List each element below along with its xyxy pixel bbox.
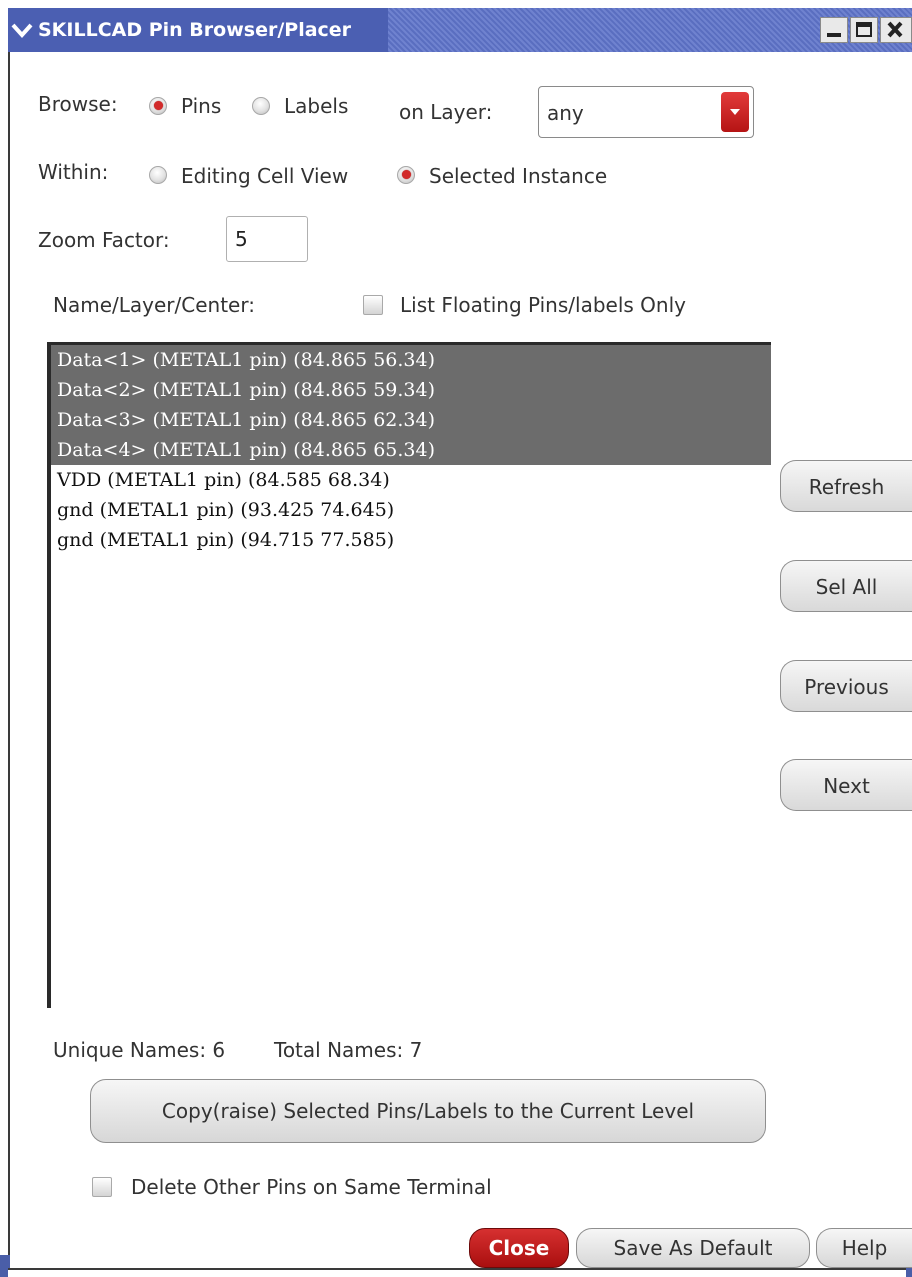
delete-other-pins-checkbox[interactable] bbox=[92, 1177, 112, 1197]
layer-select-value: any bbox=[547, 101, 584, 125]
window-left-border bbox=[0, 52, 10, 1277]
browse-labels-radio[interactable] bbox=[252, 97, 270, 115]
list-item[interactable]: Data<1> (METAL1 pin) (84.865 56.34) bbox=[51, 345, 771, 375]
within-selected-instance-radio[interactable] bbox=[397, 166, 415, 184]
list-header-label: Name/Layer/Center: bbox=[53, 293, 255, 317]
window-title: SKILLCAD Pin Browser/Placer bbox=[38, 19, 352, 41]
close-window-button[interactable] bbox=[880, 17, 912, 43]
previous-button[interactable]: Previous bbox=[780, 660, 912, 712]
list-item[interactable]: Data<2> (METAL1 pin) (84.865 59.34) bbox=[51, 375, 771, 405]
within-editing-cell-view-radio[interactable] bbox=[149, 166, 167, 184]
pin-browser-window: SKILLCAD Pin Browser/Placer Browse: Pins… bbox=[0, 0, 912, 1277]
close-icon bbox=[887, 21, 903, 38]
browse-label: Browse: bbox=[38, 92, 118, 116]
browse-labels-label[interactable]: Labels bbox=[284, 94, 348, 118]
list-item[interactable]: VDD (METAL1 pin) (84.585 68.34) bbox=[51, 465, 771, 495]
within-editing-cell-view-label[interactable]: Editing Cell View bbox=[181, 164, 348, 188]
sel-all-button[interactable]: Sel All bbox=[780, 560, 912, 612]
layer-select[interactable]: any bbox=[538, 86, 754, 138]
delete-other-pins-label[interactable]: Delete Other Pins on Same Terminal bbox=[131, 1175, 492, 1199]
next-button[interactable]: Next bbox=[780, 759, 912, 811]
total-names-count: Total Names: 7 bbox=[274, 1038, 423, 1062]
close-button[interactable]: Close bbox=[469, 1228, 569, 1268]
help-button[interactable]: Help bbox=[816, 1228, 912, 1268]
floating-only-label[interactable]: List Floating Pins/labels Only bbox=[400, 293, 686, 317]
save-as-default-button[interactable]: Save As Default bbox=[576, 1228, 810, 1268]
zoom-factor-label: Zoom Factor: bbox=[38, 228, 170, 252]
zoom-factor-value: 5 bbox=[235, 227, 248, 251]
title-bar[interactable]: SKILLCAD Pin Browser/Placer bbox=[8, 8, 912, 52]
pin-listbox[interactable]: Data<1> (METAL1 pin) (84.865 56.34) Data… bbox=[47, 342, 771, 1008]
list-item[interactable]: gnd (METAL1 pin) (93.425 74.645) bbox=[51, 495, 771, 525]
list-item[interactable]: Data<4> (METAL1 pin) (84.865 65.34) bbox=[51, 435, 771, 465]
minimize-icon bbox=[827, 33, 841, 37]
copy-raise-button[interactable]: Copy(raise) Selected Pins/Labels to the … bbox=[90, 1079, 766, 1143]
maximize-button[interactable] bbox=[850, 17, 878, 43]
maximize-icon bbox=[856, 22, 872, 37]
window-menu-chevron-icon[interactable] bbox=[10, 18, 34, 42]
unique-names-count: Unique Names: 6 bbox=[53, 1038, 226, 1062]
floating-only-checkbox[interactable] bbox=[363, 295, 383, 315]
window-bottom-border bbox=[8, 1268, 912, 1277]
zoom-factor-input[interactable]: 5 bbox=[226, 216, 308, 262]
minimize-button[interactable] bbox=[820, 17, 848, 43]
list-item[interactable]: Data<3> (METAL1 pin) (84.865 62.34) bbox=[51, 405, 771, 435]
refresh-button[interactable]: Refresh bbox=[780, 460, 912, 512]
browse-pins-label[interactable]: Pins bbox=[181, 94, 221, 118]
within-label: Within: bbox=[38, 160, 109, 184]
list-item[interactable]: gnd (METAL1 pin) (94.715 77.585) bbox=[51, 525, 771, 555]
within-selected-instance-label[interactable]: Selected Instance bbox=[429, 164, 607, 188]
browse-pins-radio[interactable] bbox=[149, 97, 167, 115]
dropdown-arrow-icon[interactable] bbox=[721, 92, 749, 132]
layer-label: on Layer: bbox=[399, 100, 493, 124]
